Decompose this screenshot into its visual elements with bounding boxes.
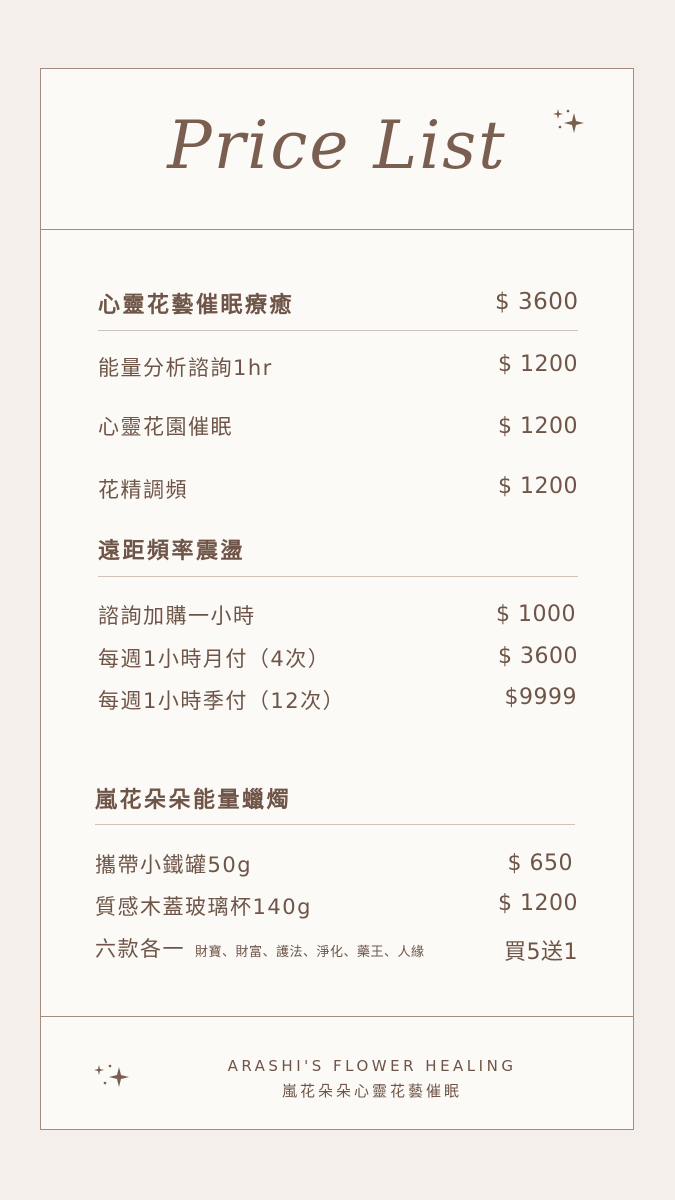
list-item-price: $ 1200: [498, 352, 578, 377]
list-item-price: $ 1200: [498, 414, 578, 439]
list-item-price: $ 650: [507, 851, 573, 876]
list-item-name: 每週1小時季付（12次）: [98, 689, 346, 713]
price-list-card: Price List 心靈花藝催眠療癒 $ 3600 能量分析諮詢1hr $ 1…: [40, 68, 634, 1130]
list-item-name: 攜帶小鐵罐50g: [95, 853, 253, 877]
sparkle-icon: [553, 109, 584, 133]
list-item-name: 花精調頻: [98, 478, 188, 502]
section-divider: [95, 824, 575, 825]
footer: ARASHI'S FLOWER HEALING 嵐花朵朵心靈花藝催眠: [41, 1016, 633, 1129]
list-item-price: $ 1200: [498, 891, 578, 916]
list-item-note: 財寶、財富、護法、淨化、藥王、人緣: [195, 945, 425, 960]
list-item: 六款各一 財寶、財富、護法、淨化、藥王、人緣: [95, 933, 425, 963]
section-title: 嵐花朵朵能量蠟燭: [95, 788, 292, 813]
list-item-price: $ 1000: [496, 602, 576, 627]
list-item-price: $ 3600: [498, 644, 578, 669]
brand-name-english: ARASHI'S FLOWER HEALING: [227, 1057, 517, 1075]
list-item-name: 每週1小時月付（4次）: [98, 647, 331, 671]
list-item-name: 心靈花園催眠: [98, 415, 233, 439]
list-item-name: 能量分析諮詢1hr: [98, 356, 273, 380]
list-item-name: 諮詢加購一小時: [98, 604, 256, 628]
list-item-price: $9999: [504, 685, 577, 710]
page-title: Price List: [167, 107, 507, 184]
header: Price List: [41, 69, 633, 230]
brand-name-chinese: 嵐花朵朵心靈花藝催眠: [281, 1082, 462, 1100]
list-item-name: 質感木蓋玻璃杯140g: [95, 895, 312, 919]
list-item-price: 買5送1: [504, 940, 578, 965]
list-item-name: 六款各一: [95, 937, 185, 961]
section-title: 遠距頻率震盪: [98, 539, 246, 564]
section-divider: [98, 576, 578, 577]
section-price: $ 3600: [495, 289, 579, 315]
list-item-price: $ 1200: [498, 474, 578, 499]
section-title: 心靈花藝催眠療癒: [98, 293, 295, 318]
section-divider: [98, 330, 578, 331]
